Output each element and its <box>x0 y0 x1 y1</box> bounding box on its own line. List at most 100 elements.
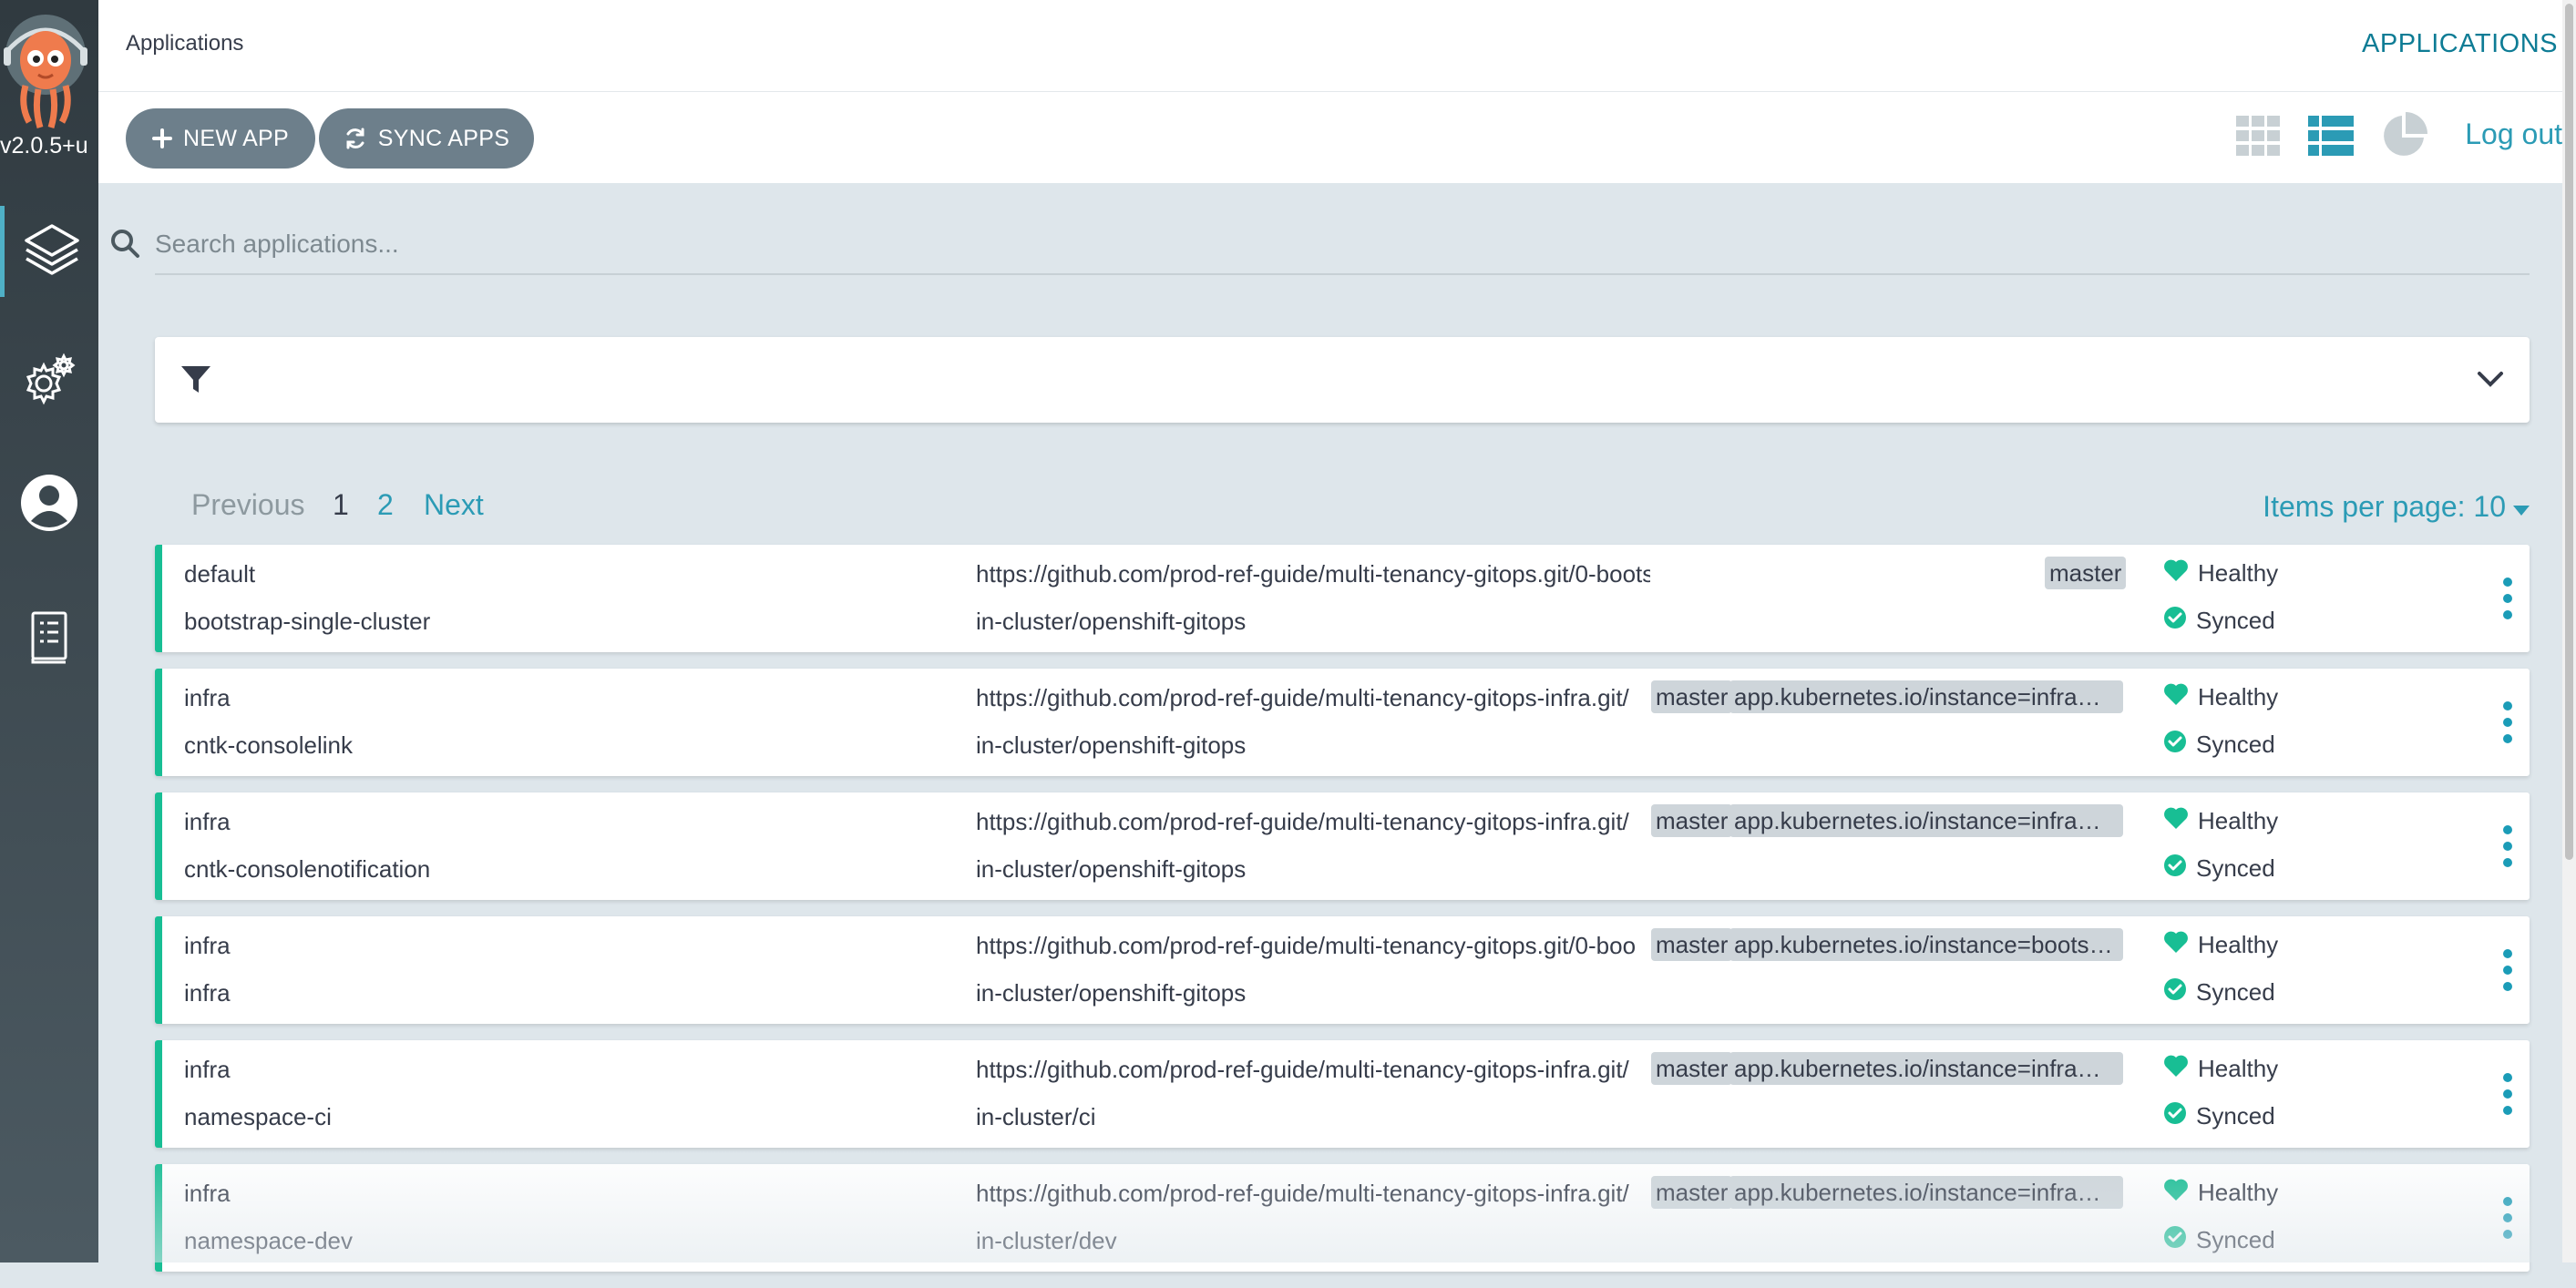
nav-docs[interactable] <box>0 594 98 685</box>
app-project: infra <box>184 932 231 959</box>
check-circle-icon <box>2163 854 2187 884</box>
user-circle-icon <box>20 474 78 537</box>
summary-view-icon[interactable] <box>2376 108 2431 163</box>
app-name[interactable]: bootstrap-single-cluster <box>184 608 430 636</box>
app-label-tag: app.kubernetes.io/instance=infra… <box>1729 680 2123 713</box>
search-input[interactable] <box>155 219 2530 275</box>
app-revision-tag: master <box>1651 1052 1733 1085</box>
sync-label: Synced <box>2196 1226 2275 1253</box>
sync-apps-button[interactable]: SYNC APPS <box>319 108 534 169</box>
sync-label: Synced <box>2196 854 2275 882</box>
top-bar: Applications APPLICATIONS <box>98 0 2562 92</box>
filter-panel[interactable] <box>155 337 2530 423</box>
heart-icon <box>2163 806 2189 836</box>
app-version: v2.0.5+u <box>0 133 88 158</box>
app-project: infra <box>184 684 231 711</box>
nav-settings[interactable] <box>0 336 98 427</box>
app-revision-tag: master <box>1651 804 1733 837</box>
app-repo-url: https://github.com/prod-ref-guide/multi-… <box>976 808 1629 835</box>
check-circle-icon <box>2163 1101 2187 1131</box>
check-circle-icon <box>2163 606 2187 636</box>
app-repo-url: https://github.com/prod-ref-guide/multi-… <box>976 560 1650 588</box>
app-destination: in-cluster/dev <box>976 1227 1117 1254</box>
nav-user-info[interactable] <box>0 459 98 550</box>
sidebar: v2.0.5+u <box>0 0 98 1262</box>
more-actions-icon[interactable] <box>2499 701 2517 743</box>
health-label: Healthy <box>2198 559 2279 587</box>
more-actions-icon[interactable] <box>2499 1197 2517 1239</box>
app-health-status: Healthy <box>2163 1178 2278 1208</box>
app-repo-url: https://github.com/prod-ref-guide/multi-… <box>976 1056 1629 1083</box>
sync-label: Synced <box>2196 607 2275 634</box>
health-label: Healthy <box>2198 1055 2279 1082</box>
app-label-tag: app.kubernetes.io/instance=bootst… <box>1729 928 2123 961</box>
list-view-icon[interactable] <box>2304 108 2358 163</box>
app-name[interactable]: namespace-ci <box>184 1103 332 1131</box>
app-row[interactable]: infra namespace-ci https://github.com/prod… <box>155 1040 2530 1148</box>
breadcrumb[interactable]: Applications <box>126 31 243 56</box>
app-label-tag: app.kubernetes.io/instance=infra… <box>1729 1176 2123 1209</box>
plus-icon <box>151 128 172 148</box>
check-circle-icon <box>2163 977 2187 1007</box>
pagination-page-2[interactable]: 2 <box>377 488 394 522</box>
page-title: APPLICATIONS <box>2362 29 2558 58</box>
tiles-view-icon[interactable] <box>2231 108 2285 163</box>
app-project: infra <box>184 808 231 835</box>
check-circle-icon <box>2163 730 2187 760</box>
argo-logo[interactable] <box>2 15 89 129</box>
new-app-button[interactable]: NEW APP <box>126 108 315 169</box>
nav-applications[interactable] <box>0 206 98 297</box>
app-sync-status: Synced <box>2163 854 2275 884</box>
app-health-status: Healthy <box>2163 558 2278 588</box>
app-health-status: Healthy <box>2163 682 2278 712</box>
app-row[interactable]: default bootstrap-single-cluster https://g… <box>155 545 2530 652</box>
app-sync-status: Synced <box>2163 1225 2275 1255</box>
app-sync-status: Synced <box>2163 977 2275 1007</box>
app-name[interactable]: namespace-dev <box>184 1227 353 1255</box>
filter-icon <box>180 364 211 400</box>
app-project: default <box>184 560 256 588</box>
app-destination: in-cluster/openshift-gitops <box>976 979 1247 1007</box>
heart-icon <box>2163 930 2189 960</box>
sync-icon <box>344 127 367 150</box>
app-project: infra <box>184 1180 231 1207</box>
app-name[interactable]: cntk-consolelink <box>184 731 353 760</box>
more-actions-icon[interactable] <box>2499 1073 2517 1115</box>
more-actions-icon[interactable] <box>2499 949 2517 991</box>
app-row[interactable]: infra cntk-consolelink https://github.com/… <box>155 669 2530 776</box>
app-row[interactable]: infra infra https://github.com/prod-ref-gu… <box>155 916 2530 1024</box>
app-row[interactable]: infra cntk-consolenotification https://git… <box>155 792 2530 900</box>
check-circle-icon <box>2163 1225 2187 1255</box>
logout-link[interactable]: Log out <box>2465 118 2562 151</box>
caret-down-icon <box>2513 490 2530 524</box>
app-name[interactable]: infra <box>184 979 231 1007</box>
pagination-next[interactable]: Next <box>424 488 484 522</box>
app-revision-tag: master <box>1651 928 1733 961</box>
more-actions-icon[interactable] <box>2499 578 2517 619</box>
gears-icon <box>22 353 77 412</box>
app-sync-status: Synced <box>2163 730 2275 760</box>
pagination-previous[interactable]: Previous <box>191 488 305 522</box>
app-revision-tag: master <box>2045 557 2127 589</box>
app-destination: in-cluster/openshift-gitops <box>976 855 1247 883</box>
health-label: Healthy <box>2198 807 2279 834</box>
app-label-tag: app.kubernetes.io/instance=infra… <box>1729 804 2123 837</box>
chevron-down-icon[interactable] <box>2477 368 2504 394</box>
more-actions-icon[interactable] <box>2499 825 2517 867</box>
app-destination: in-cluster/openshift-gitops <box>976 608 1247 635</box>
heart-icon <box>2163 1054 2189 1084</box>
pagination-page-1[interactable]: 1 <box>333 488 349 522</box>
app-row[interactable]: infra namespace-dev https://github.com/pro… <box>155 1164 2530 1272</box>
applications-list: default bootstrap-single-cluster https://g… <box>155 545 2530 1288</box>
layers-icon <box>23 220 81 283</box>
heart-icon <box>2163 558 2189 588</box>
app-revision-tag: master <box>1651 680 1733 713</box>
app-sync-status: Synced <box>2163 1101 2275 1131</box>
app-health-status: Healthy <box>2163 1054 2278 1084</box>
app-repo-url: https://github.com/prod-ref-guide/multi-… <box>976 1180 1629 1207</box>
app-name[interactable]: cntk-consolenotification <box>184 855 430 884</box>
items-per-page-dropdown[interactable]: Items per page: 10 <box>2263 490 2530 524</box>
new-app-label: NEW APP <box>182 125 290 151</box>
page-scrollbar[interactable] <box>2562 0 2576 1262</box>
scrollbar-thumb[interactable] <box>2565 4 2573 860</box>
